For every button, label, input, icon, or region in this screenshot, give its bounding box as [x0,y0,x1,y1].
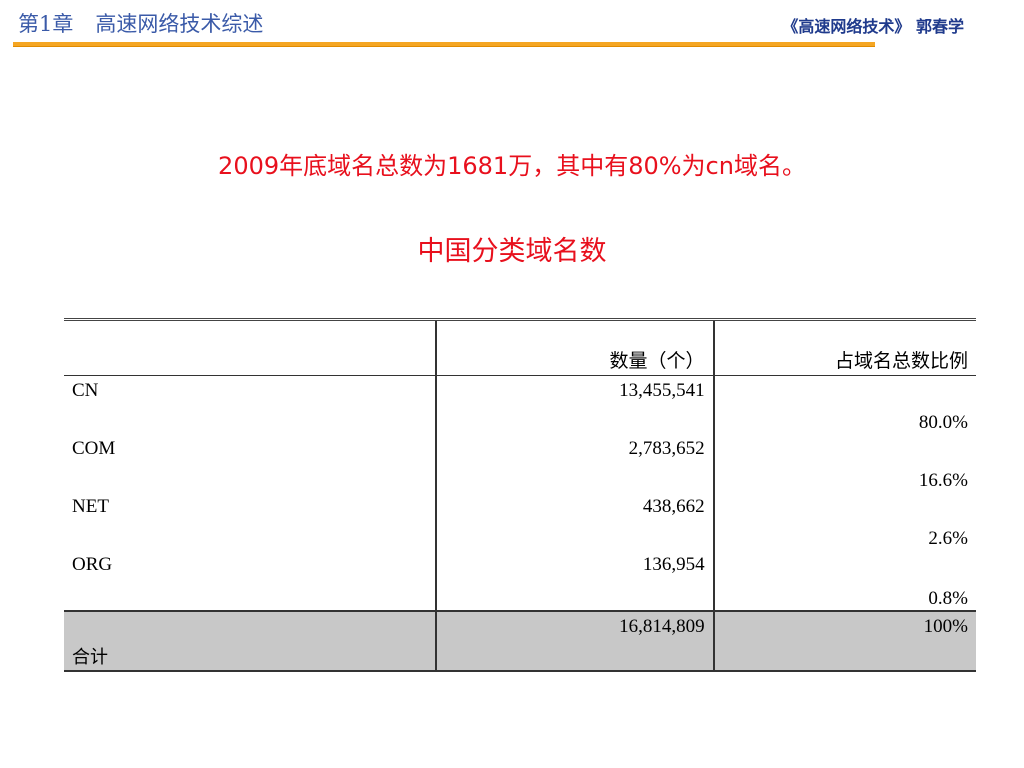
total-count: 16,814,809 [435,610,714,672]
header-divider [13,42,875,47]
chapter-header: 第1章 高速网络技术综述 [18,8,263,38]
row-name: COM [72,438,116,459]
header-cell-blank [64,318,437,376]
chapter-title: 高速网络技术综述 [95,12,264,36]
row-share: 0.8% [712,550,976,611]
table-row: NET 438,662 2.6% [64,492,976,550]
row-name: NET [72,496,109,517]
row-count: 136,954 [435,550,714,611]
row-share: 16.6% [712,434,976,492]
table-title: 中国分类域名数 [417,236,607,267]
table-row: COM 2,783,652 16.6% [64,434,976,492]
header-cell-count: 数量（个） [435,318,714,376]
domain-stats-table: 数量（个） 占域名总数比例 CN 13,455,541 80.0% COM 2,… [64,318,976,672]
total-share: 100% [712,610,976,672]
table-header-row: 数量（个） 占域名总数比例 [64,318,976,376]
total-label: 合计 [64,610,437,672]
row-name: CN [72,380,99,401]
row-count: 438,662 [435,492,714,550]
row-share: 2.6% [712,492,976,550]
total-row: 合计 16,814,809 100% [64,610,976,672]
book-credit: 《高速网络技术》 郭春学 [782,17,964,36]
headline: 2009年底域名总数为1681万，其中有80%为cn域名。 [218,152,806,180]
table-row: ORG 136,954 0.8% [64,550,976,611]
header-cell-share: 占域名总数比例 [712,318,976,376]
row-count: 2,783,652 [435,434,714,492]
row-count: 13,455,541 [435,375,714,434]
chapter-number: 第1章 [18,12,74,36]
row-share: 80.0% [712,375,976,434]
table-row: CN 13,455,541 80.0% [64,375,976,434]
row-name: ORG [72,554,113,575]
